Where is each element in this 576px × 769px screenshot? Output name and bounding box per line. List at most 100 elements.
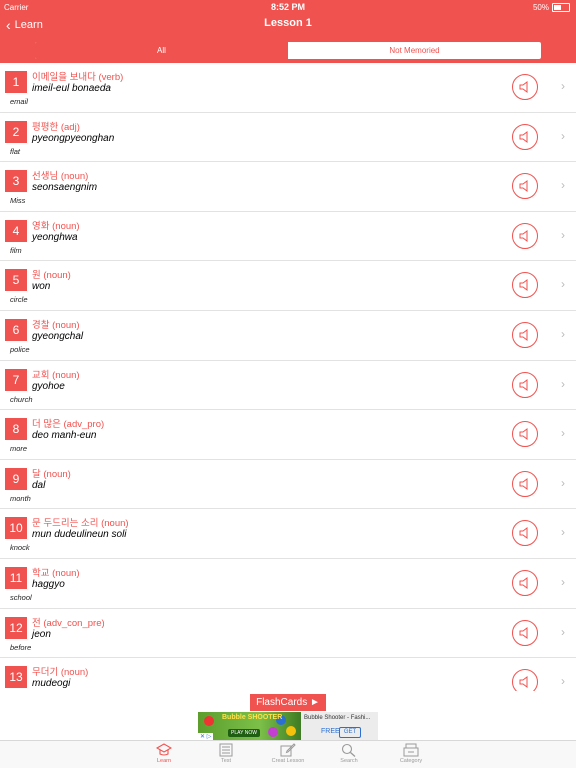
segment-all[interactable]: All — [35, 42, 288, 59]
korean-word: 교회 (noun) — [32, 369, 80, 381]
search-icon — [341, 743, 356, 757]
speaker-icon — [519, 576, 528, 589]
english-meaning: film — [10, 245, 22, 255]
play-audio-button[interactable] — [512, 520, 538, 547]
word-number-badge: 7 — [5, 368, 27, 391]
tab-test[interactable]: Test — [196, 741, 256, 769]
segment-not-memoried[interactable]: Not Memoried — [288, 42, 541, 59]
korean-word: 원 (noun) — [32, 270, 71, 282]
korean-word: 전 (adv_con_pre) — [32, 617, 105, 629]
test-icon — [219, 743, 233, 757]
romanization: haggyo — [32, 578, 65, 590]
speaker-icon — [519, 81, 528, 93]
tab-search[interactable]: Search — [319, 741, 379, 769]
tab-label: Creat Lesson — [271, 758, 305, 764]
korean-word: 달 (noun) — [32, 468, 71, 480]
speaker-icon — [519, 626, 528, 639]
chevron-right-icon: › — [561, 525, 565, 540]
romanization: deo manh-eun — [32, 430, 97, 442]
tab-create-lesson[interactable]: Creat Lesson — [258, 741, 318, 769]
word-number-badge: 11 — [5, 566, 27, 589]
play-audio-button[interactable] — [512, 74, 538, 100]
word-number-badge: 12 — [5, 616, 27, 639]
play-audio-button[interactable] — [512, 619, 538, 646]
create-lesson-icon — [280, 743, 296, 757]
chevron-right-icon: › — [561, 79, 565, 93]
battery-percent: 50% — [532, 3, 549, 12]
word-row[interactable]: 3 선생님 (noun) seonsaengnim Miss › — [0, 162, 576, 212]
word-row[interactable]: 2 평평한 (adj) pyeongpyeonghan flat › — [0, 113, 576, 163]
korean-word: 선생님 (noun) — [32, 171, 89, 183]
speaker-icon — [519, 527, 528, 540]
romanization: yeonghwa — [32, 231, 78, 243]
chevron-right-icon: › — [561, 426, 565, 441]
romanization: seonsaengnim — [32, 182, 98, 194]
chevron-right-icon: › — [561, 227, 565, 242]
romanization: mun dudeulineun soli — [32, 529, 127, 541]
word-row[interactable]: 1 이메일을 보내다 (verb) imeil-eul bonaeda email › — [0, 63, 576, 113]
english-meaning: email — [10, 97, 28, 106]
korean-word: 평평한 (adj) — [32, 121, 80, 133]
ad-get-button[interactable]: GET — [339, 727, 361, 738]
word-number-badge: 4 — [5, 219, 27, 242]
play-audio-button[interactable] — [512, 371, 538, 398]
word-number-badge: 1 — [5, 71, 27, 93]
chevron-right-icon: › — [561, 674, 565, 689]
word-row[interactable]: 6 경찰 (noun) gyeongchal police › — [0, 311, 576, 361]
tab-label: Learn — [156, 758, 172, 764]
korean-word: 경찰 (noun) — [32, 319, 80, 331]
korean-word: 이메일을 보내다 (verb) — [32, 72, 124, 83]
chevron-right-icon: › — [561, 376, 565, 391]
korean-word: 학교 (noun) — [32, 567, 80, 579]
filter-segmented-control: All Not Memoried — [34, 41, 542, 60]
battery-icon — [552, 3, 570, 12]
word-row[interactable]: 12 전 (adv_con_pre) jeon before › — [0, 609, 576, 659]
learn-icon — [156, 743, 172, 756]
ad-choices-icon[interactable]: ✕ ▷ — [198, 733, 214, 740]
english-meaning: circle — [10, 295, 28, 305]
play-audio-button[interactable] — [512, 173, 538, 200]
play-audio-button[interactable] — [512, 123, 538, 150]
word-row[interactable]: 9 달 (noun) dal month › — [0, 460, 576, 510]
status-bar: Carrier 8:52 PM 50% — [0, 0, 576, 14]
speaker-icon — [519, 477, 528, 490]
chevron-right-icon: › — [561, 277, 565, 292]
tab-label: Search — [340, 758, 358, 764]
page-title: Lesson 1 — [264, 17, 312, 29]
play-audio-button[interactable] — [512, 669, 538, 691]
english-meaning: more — [10, 444, 28, 454]
word-row[interactable]: 11 학교 (noun) haggyo school › — [0, 559, 576, 609]
word-number-badge: 8 — [5, 418, 27, 441]
ad-banner[interactable]: Bubble SHOOTER PLAY NOW Bubble Shooter -… — [198, 712, 378, 740]
word-list[interactable]: 1 이메일을 보내다 (verb) imeil-eul bonaeda email › 2… — [0, 63, 576, 691]
word-number-badge: 13 — [5, 666, 27, 689]
korean-word: 무더기 (noun) — [32, 667, 89, 679]
chevron-right-icon: › — [561, 128, 565, 143]
english-meaning: Miss — [10, 196, 26, 206]
play-audio-button[interactable] — [512, 569, 538, 596]
battery-indicator: 50% — [533, 3, 570, 12]
play-audio-button[interactable] — [512, 321, 538, 348]
play-audio-button[interactable] — [512, 421, 538, 448]
romanization: pyeongpyeonghan — [32, 132, 115, 144]
word-number-badge: 6 — [5, 318, 27, 341]
word-row[interactable]: 13 무더기 (noun) mudeogi › — [0, 658, 576, 691]
chevron-right-icon: › — [561, 574, 565, 589]
chevron-right-icon: › — [561, 475, 565, 490]
word-row[interactable]: 7 교회 (noun) gyohoe church › — [0, 361, 576, 411]
speaker-icon — [519, 378, 528, 391]
flashcards-button[interactable]: FlashCards ► — [250, 694, 326, 711]
play-audio-button[interactable] — [512, 272, 538, 299]
word-number-badge: 5 — [5, 269, 27, 292]
play-audio-button[interactable] — [512, 222, 538, 249]
tab-category[interactable]: Category — [381, 741, 441, 769]
play-audio-button[interactable] — [512, 470, 538, 497]
word-row[interactable]: 10 문 두드리는 소리 (noun) mun dudeulineun soli kn… — [0, 509, 576, 559]
ad-free-label: FREE — [321, 728, 340, 735]
word-row[interactable]: 4 영화 (noun) yeonghwa film › — [0, 212, 576, 262]
chevron-right-icon: › — [561, 326, 565, 341]
romanization: gyohoe — [32, 380, 65, 392]
tab-learn[interactable]: Learn — [134, 741, 194, 769]
word-row[interactable]: 8 더 많은 (adv_pro) deo manh-eun more › — [0, 410, 576, 460]
word-row[interactable]: 5 원 (noun) won circle › — [0, 261, 576, 311]
